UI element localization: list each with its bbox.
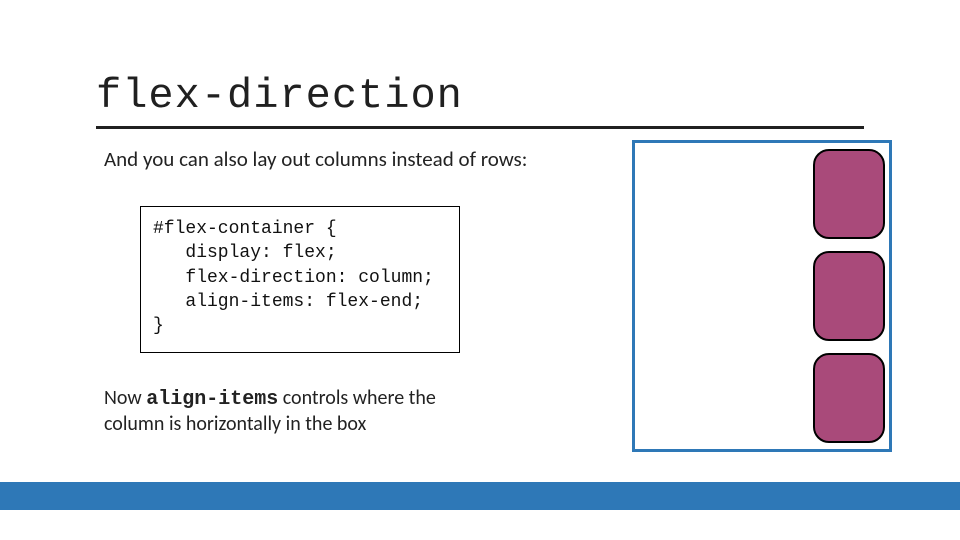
closing-pre: Now: [104, 386, 146, 410]
flex-item: [813, 251, 885, 341]
intro-text: And you can also lay out columns instead…: [104, 146, 527, 172]
code-line: display: flex;: [153, 243, 337, 263]
closing-text: Now align-items controls where the colum…: [104, 386, 464, 437]
code-line: #flex-container {: [153, 219, 337, 239]
flex-item: [813, 149, 885, 239]
flex-item: [813, 353, 885, 443]
code-line: flex-direction: column;: [153, 268, 434, 288]
code-line: }: [153, 316, 164, 336]
title-underline: [96, 126, 864, 129]
code-sample: #flex-container { display: flex; flex-di…: [140, 206, 460, 353]
code-line: align-items: flex-end;: [153, 292, 423, 312]
closing-keyword: align-items: [146, 388, 278, 411]
footer-accent-bar: [0, 482, 960, 510]
slide-title: flex-direction: [96, 72, 463, 120]
slide: flex-direction And you can also lay out …: [0, 0, 960, 540]
flex-container-demo: [632, 140, 892, 452]
